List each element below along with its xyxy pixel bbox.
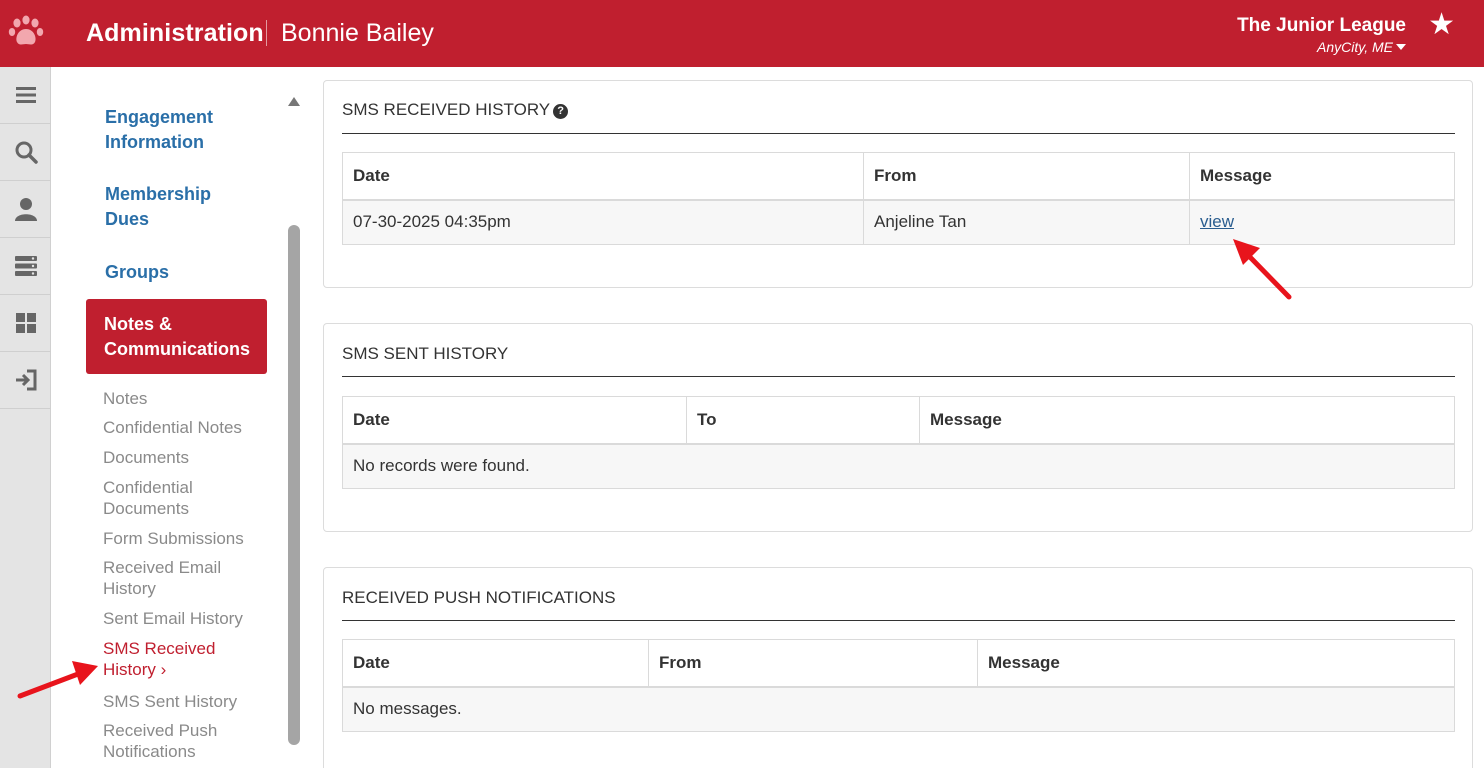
subnav-item-sms-received-history[interactable]: SMS Received History ›: [103, 638, 228, 680]
column-header-from[interactable]: From: [863, 152, 1190, 201]
cell-date: 07-30-2025 04:35pm: [342, 199, 864, 245]
header-divider: [266, 20, 267, 46]
subnav-item-documents[interactable]: Documents: [103, 447, 273, 468]
nav-membership-dues[interactable]: Membership Dues: [105, 182, 225, 232]
chevron-right-icon: ›: [160, 660, 167, 679]
table-header-row: Date To Message: [342, 396, 1455, 445]
org-location-dropdown[interactable]: AnyCity, ME: [1317, 39, 1406, 55]
column-header-to[interactable]: To: [686, 396, 920, 445]
subnav-item-confidential-notes[interactable]: Confidential Notes: [103, 417, 273, 438]
annotation-arrow-icon: [1233, 239, 1292, 300]
org-location-label: AnyCity, ME: [1317, 39, 1393, 55]
push-title: RECEIVED PUSH NOTIFICATIONS: [342, 588, 616, 607]
scroll-up-arrow-icon[interactable]: [288, 97, 300, 106]
table-header-row: Date From Message: [342, 639, 1455, 688]
column-header-message[interactable]: Message: [919, 396, 1455, 445]
member-name: Bonnie Bailey: [281, 19, 434, 47]
sms-sent-panel: SMS SENT HISTORY Date To Message No reco…: [323, 323, 1473, 532]
view-message-link[interactable]: view: [1200, 212, 1234, 231]
column-header-date[interactable]: Date: [342, 396, 687, 445]
paw-logo-icon[interactable]: [8, 14, 44, 52]
sms-received-panel: SMS RECEIVED HISTORY? Date From Message …: [323, 80, 1473, 288]
subnav-item-sent-email-history[interactable]: Sent Email History: [103, 608, 273, 629]
subnav-item-form-submissions[interactable]: Form Submissions: [103, 528, 273, 549]
table-row-empty: No messages.: [342, 686, 1455, 732]
column-header-message[interactable]: Message: [1189, 152, 1455, 201]
people-button[interactable]: [0, 181, 51, 238]
data-button[interactable]: [0, 238, 51, 295]
nav-groups[interactable]: Groups: [105, 260, 255, 285]
column-header-from[interactable]: From: [648, 639, 978, 688]
person-icon: [14, 198, 37, 221]
dashboard-button[interactable]: [0, 295, 51, 352]
logout-button[interactable]: [0, 352, 51, 409]
subnav-item-confidential-documents[interactable]: Confidential Documents: [103, 477, 223, 519]
panel-title: SMS RECEIVED HISTORY?: [342, 100, 569, 120]
org-name[interactable]: The Junior League: [1237, 15, 1406, 37]
empty-message: No records were found.: [342, 443, 1455, 489]
search-button[interactable]: [0, 124, 51, 181]
star-icon[interactable]: ★: [1428, 10, 1455, 40]
menu-icon: [15, 87, 36, 103]
table-row-empty: No records were found.: [342, 443, 1455, 489]
subnav-item-label: SMS Received History: [103, 639, 216, 679]
title-rule: [342, 133, 1455, 134]
search-icon: [15, 141, 38, 164]
subnav-item-received-push-notifications[interactable]: Received Push Notifications: [103, 720, 233, 762]
cell-from: Anjeline Tan: [863, 199, 1190, 245]
scrollbar-thumb[interactable]: [288, 225, 300, 745]
app-title: Administration: [86, 19, 264, 47]
nav-notes-communications-active[interactable]: Notes & Communications: [86, 299, 267, 374]
dashboard-icon: [15, 313, 36, 333]
push-notifications-panel: RECEIVED PUSH NOTIFICATIONS Date From Me…: [323, 567, 1473, 768]
nav-engagement-information[interactable]: Engagement Information: [105, 105, 255, 155]
push-table: Date From Message No messages.: [342, 639, 1455, 732]
caret-down-icon: [1396, 44, 1406, 50]
sms-sent-table: Date To Message No records were found.: [342, 396, 1455, 489]
column-header-date[interactable]: Date: [342, 152, 864, 201]
subnav-item-received-email-history[interactable]: Received Email History: [103, 557, 233, 599]
subnav-item-notes[interactable]: Notes: [103, 388, 273, 409]
empty-message: No messages.: [342, 686, 1455, 732]
help-icon[interactable]: ?: [553, 104, 569, 119]
top-header: Administration Bonnie Bailey The Junior …: [0, 0, 1484, 67]
column-header-message[interactable]: Message: [977, 639, 1455, 688]
column-header-date[interactable]: Date: [342, 639, 649, 688]
table-header-row: Date From Message: [342, 152, 1455, 201]
logout-icon: [15, 369, 36, 391]
subnav-item-sms-sent-history[interactable]: SMS Sent History: [103, 691, 273, 712]
annotation-arrow-icon: [17, 661, 98, 699]
sms-sent-title: SMS SENT HISTORY: [342, 344, 509, 363]
sms-received-title: SMS RECEIVED HISTORY: [342, 100, 551, 119]
title-rule: [342, 376, 1455, 377]
title-rule: [342, 620, 1455, 621]
menu-button[interactable]: [0, 67, 51, 124]
server-icon: [14, 256, 37, 276]
